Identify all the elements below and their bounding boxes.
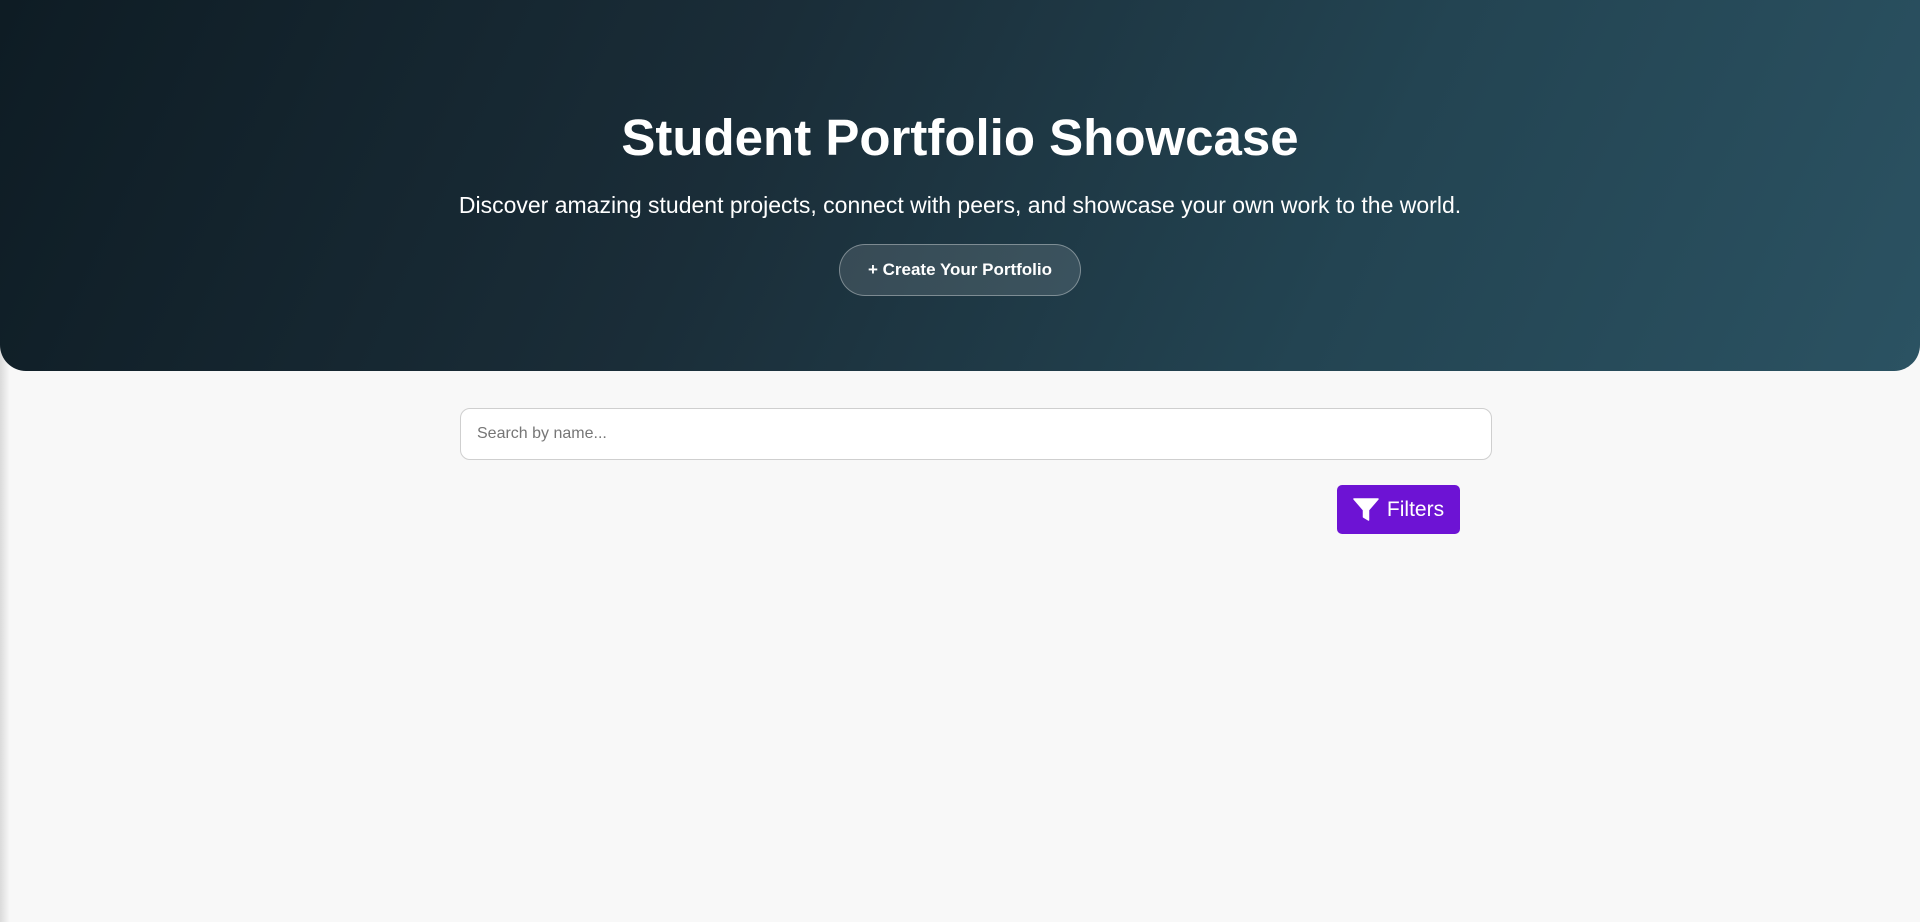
page-title: Student Portfolio Showcase [621, 109, 1299, 166]
hero-subtitle: Discover amazing student projects, conne… [458, 192, 1462, 218]
filters-button-label: Filters [1386, 497, 1445, 521]
create-portfolio-button[interactable]: + Create Your Portfolio [839, 244, 1081, 296]
filter-icon [1353, 497, 1379, 522]
filters-button[interactable]: Filters [1337, 485, 1460, 534]
hero-banner: Student Portfolio Showcase Discover amaz… [0, 0, 1920, 371]
page: Student Portfolio Showcase Discover amaz… [0, 0, 1920, 922]
search-input[interactable] [460, 408, 1492, 460]
